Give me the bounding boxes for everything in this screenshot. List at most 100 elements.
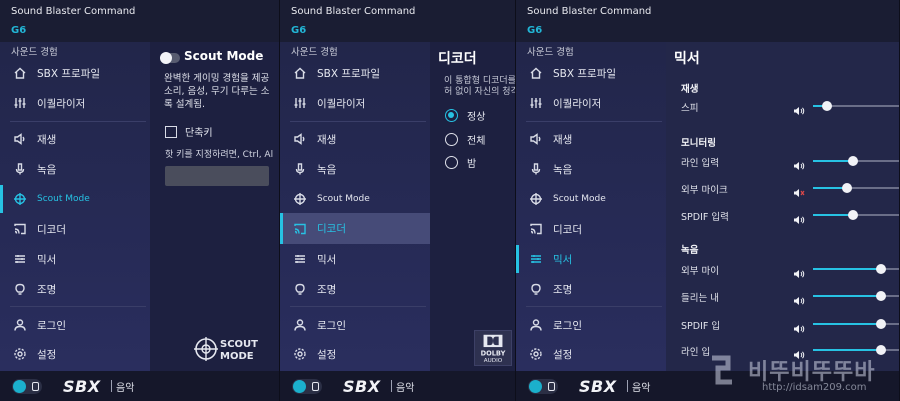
gear-icon	[529, 347, 543, 361]
sidebar-item-recording[interactable]: 녹음	[516, 155, 666, 183]
sidebar-item-playback[interactable]: 재생	[280, 125, 430, 153]
sidebar-item-sbx[interactable]: SBX 프로파일	[0, 59, 150, 87]
sidebar-divider	[10, 121, 146, 122]
volume-slider[interactable]	[813, 264, 899, 274]
radio-button[interactable]	[445, 109, 458, 122]
cast-icon	[13, 222, 27, 236]
sidebar-item-settings[interactable]: 설정	[280, 340, 430, 368]
bottom-bar: SBX 음악	[280, 371, 515, 401]
volume-icon[interactable]	[793, 101, 805, 115]
sidebar-item-scout-mode[interactable]: Scout Mode	[0, 185, 150, 213]
sidebar-item-playback[interactable]: 재생	[0, 125, 150, 153]
screenshot-collage: Sound Blaster Command G6 사운드 경험 SBX 프로파일…	[0, 0, 900, 401]
sidebar-item-label: 조명	[37, 283, 57, 296]
slider-thumb[interactable]	[841, 183, 852, 193]
sidebar-item-label: 믹서	[317, 253, 337, 266]
hotkey-checkbox[interactable]	[165, 125, 177, 138]
desc-line: 완벽한 게이밍 경험을 제공	[164, 73, 270, 84]
output-toggle[interactable]	[12, 379, 42, 394]
title-bar: Sound Blaster Command G6	[0, 0, 279, 42]
sidebar-item-lighting[interactable]: 조명	[280, 275, 430, 303]
volume-icon[interactable]	[793, 264, 805, 278]
decoder-content: 디코더 이 통합형 디코더를 허 없이 자신의 청각 정상 전체 밤 DOLBY…	[430, 42, 515, 371]
mixer-row: SPDIF 입력	[681, 207, 899, 224]
slider-thumb[interactable]	[875, 264, 886, 274]
sidebar-item-recording[interactable]: 녹음	[280, 155, 430, 183]
slider-thumb[interactable]	[875, 291, 886, 301]
device-name[interactable]: G6	[11, 25, 26, 36]
home-icon	[529, 66, 543, 80]
device-name[interactable]: G6	[291, 25, 306, 36]
volume-muted-icon[interactable]	[793, 183, 805, 197]
headphone-icon	[293, 380, 306, 393]
slider-thumb[interactable]	[847, 210, 858, 220]
radio-button[interactable]	[445, 133, 458, 146]
sidebar-item-label: Scout Mode	[37, 194, 90, 204]
slider-thumb[interactable]	[821, 101, 832, 111]
sbx-profile-mode[interactable]: 음악	[632, 379, 650, 394]
user-icon	[293, 318, 307, 332]
sidebar-item-label: SBX 프로파일	[317, 67, 381, 80]
decoder-option-normal[interactable]: 정상	[445, 108, 485, 123]
sidebar-item-settings[interactable]: 설정	[516, 340, 666, 368]
output-toggle[interactable]	[528, 379, 558, 394]
device-name[interactable]: G6	[527, 25, 542, 36]
decoder-option-full[interactable]: 전체	[445, 132, 485, 147]
sidebar-item-sbx[interactable]: SBX 프로파일	[516, 59, 666, 87]
sidebar-item-playback[interactable]: 재생	[516, 125, 666, 153]
sidebar-item-settings[interactable]: 설정	[0, 340, 150, 368]
volume-slider[interactable]	[813, 319, 899, 329]
sbx-profile-mode[interactable]: 음악	[396, 379, 414, 394]
volume-icon[interactable]	[793, 156, 805, 170]
sidebar-item-equalizer[interactable]: 이퀄라이저	[516, 89, 666, 117]
radio-button[interactable]	[445, 156, 458, 169]
mixer-group-monitoring: 모니터링	[681, 138, 716, 149]
sidebar-item-login[interactable]: 로그인	[0, 311, 150, 339]
volume-icon[interactable]	[793, 210, 805, 224]
sidebar-item-label: 조명	[553, 283, 573, 296]
mixer-row: 외부 마이	[681, 261, 899, 278]
scout-mode-toggle[interactable]	[160, 52, 180, 64]
sidebar-item-decoder[interactable]: 디코더	[280, 213, 430, 244]
volume-icon[interactable]	[793, 291, 805, 305]
volume-slider[interactable]	[813, 156, 899, 166]
speaker-output-icon	[548, 382, 555, 391]
sidebar-item-scout-mode[interactable]: Scout Mode	[280, 185, 430, 213]
sidebar-item-scout-mode[interactable]: Scout Mode	[516, 185, 666, 213]
sidebar-item-lighting[interactable]: 조명	[516, 275, 666, 303]
sidebar-item-login[interactable]: 로그인	[516, 311, 666, 339]
sidebar-item-equalizer[interactable]: 이퀄라이저	[280, 89, 430, 117]
volume-slider[interactable]	[813, 101, 899, 111]
sidebar-item-mixer[interactable]: 믹서	[0, 245, 150, 273]
sbx-profile-mode[interactable]: 음악	[116, 379, 134, 394]
slider-thumb[interactable]	[847, 156, 858, 166]
watermark: 비뚜비뚜뚜바 http://idsam209.com	[708, 348, 898, 400]
microphone-icon	[293, 162, 307, 176]
sidebar-item-sbx[interactable]: SBX 프로파일	[280, 59, 430, 87]
hotkey-input[interactable]	[165, 166, 269, 186]
dolby-audio-logo: DOLBY AUDIO	[474, 330, 512, 366]
gear-icon	[13, 347, 27, 361]
sidebar-item-label: 재생	[317, 133, 337, 146]
sidebar-item-lighting[interactable]: 조명	[0, 275, 150, 303]
sidebar-item-decoder[interactable]: 디코더	[0, 215, 150, 243]
sidebar-item-mixer[interactable]: 믹서	[516, 245, 666, 273]
slider-fill	[813, 268, 881, 270]
slider-thumb[interactable]	[875, 319, 886, 329]
decoder-option-night[interactable]: 밤	[445, 155, 476, 170]
hotkey-label: 단축키	[185, 128, 213, 139]
output-toggle[interactable]	[292, 379, 322, 394]
sidebar-item-label: SBX 프로파일	[553, 67, 617, 80]
sidebar-item-recording[interactable]: 녹음	[0, 155, 150, 183]
volume-icon[interactable]	[793, 319, 805, 333]
volume-slider[interactable]	[813, 291, 899, 301]
equalizer-icon	[13, 96, 27, 110]
sidebar-item-decoder[interactable]: 디코더	[516, 215, 666, 243]
sidebar-item-login[interactable]: 로그인	[280, 311, 430, 339]
volume-slider[interactable]	[813, 210, 899, 220]
sidebar-item-mixer[interactable]: 믹서	[280, 245, 430, 273]
sidebar-item-equalizer[interactable]: 이퀄라이저	[0, 89, 150, 117]
scout-logo-line2: MODE	[220, 351, 254, 362]
volume-slider[interactable]	[813, 183, 899, 193]
speaker-icon	[529, 132, 543, 146]
